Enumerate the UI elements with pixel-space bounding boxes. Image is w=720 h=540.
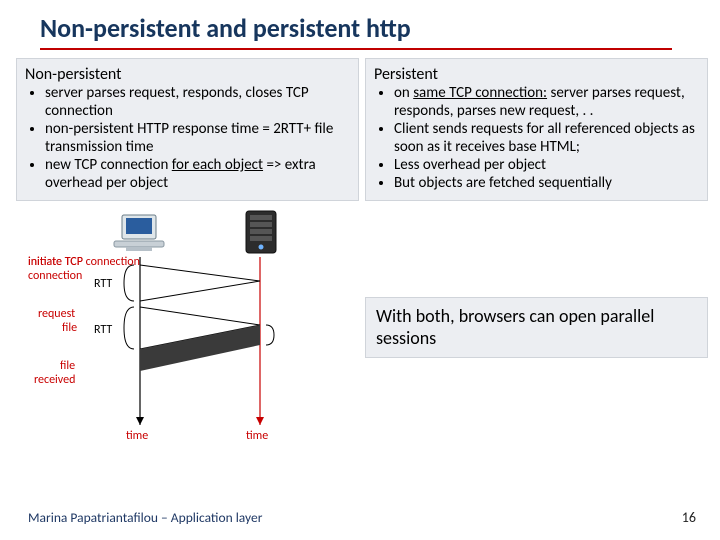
svg-text:connection: connection [28, 269, 82, 283]
transmission-band [140, 325, 260, 371]
list-item: new TCP connection for each object => ex… [45, 156, 350, 192]
text-underline: for each object [172, 156, 263, 174]
list-item: non-persistent HTTP response time = 2RTT… [45, 120, 350, 156]
slide: Non-persistent and persistent http Non-p… [0, 0, 720, 540]
label-rtt2: RTT [94, 323, 112, 337]
text-pre: new TCP connection [45, 156, 172, 174]
diagram-svg: initiate TCP connection initiate TCP con… [16, 209, 346, 449]
title-area: Non-persistent and persistent http [0, 0, 720, 50]
nonpersistent-box: Non-persistent server parses request, re… [16, 58, 359, 201]
svg-text:file: file [62, 321, 77, 335]
list-item: server parses request, responds, closes … [45, 84, 350, 120]
list-item: But objects are fetched sequentially [394, 174, 699, 192]
svg-text:received: received [34, 373, 75, 387]
right-column: Persistent on same TCP connection: serve… [365, 58, 708, 449]
callout-box: With both, browsers can open parallel se… [365, 297, 708, 358]
list-item: Client sends requests for all referenced… [394, 120, 699, 156]
server-icon [246, 211, 276, 253]
list-item: on same TCP connection: server parses re… [394, 84, 699, 120]
page-title: Non-persistent and persistent http [40, 12, 692, 44]
transmit-brace [266, 325, 274, 345]
footer: Marina Papatriantafilou – Application la… [28, 509, 696, 526]
footer-author: Marina Papatriantafilou – Application la… [28, 509, 262, 526]
nonpersistent-list: server parses request, responds, closes … [25, 84, 350, 192]
list-item: Less overhead per object [394, 156, 699, 174]
persistent-heading: Persistent [374, 65, 699, 84]
svg-text:file: file [60, 359, 75, 373]
svg-text:request: request [38, 307, 75, 321]
text-pre: on [394, 84, 413, 102]
label-rtt1: RTT [94, 277, 112, 291]
label-time-right: time [246, 429, 268, 443]
columns: Non-persistent server parses request, re… [0, 50, 720, 449]
text-underline: same TCP connection: [413, 84, 547, 102]
persistent-box: Persistent on same TCP connection: serve… [365, 58, 708, 201]
rtt-brace-1 [124, 265, 134, 301]
nonpersistent-heading: Non-persistent [25, 65, 350, 84]
left-column: Non-persistent server parses request, re… [16, 58, 359, 449]
svg-text:initiate TCP: initiate TCP [28, 255, 83, 269]
label-time-left: time [126, 429, 148, 443]
persistent-list: on same TCP connection: server parses re… [374, 84, 699, 192]
client-icon [114, 215, 164, 251]
page-number: 16 [682, 509, 696, 526]
rtt-brace-2 [124, 307, 134, 349]
timing-diagram: initiate TCP connection initiate TCP con… [16, 209, 359, 449]
